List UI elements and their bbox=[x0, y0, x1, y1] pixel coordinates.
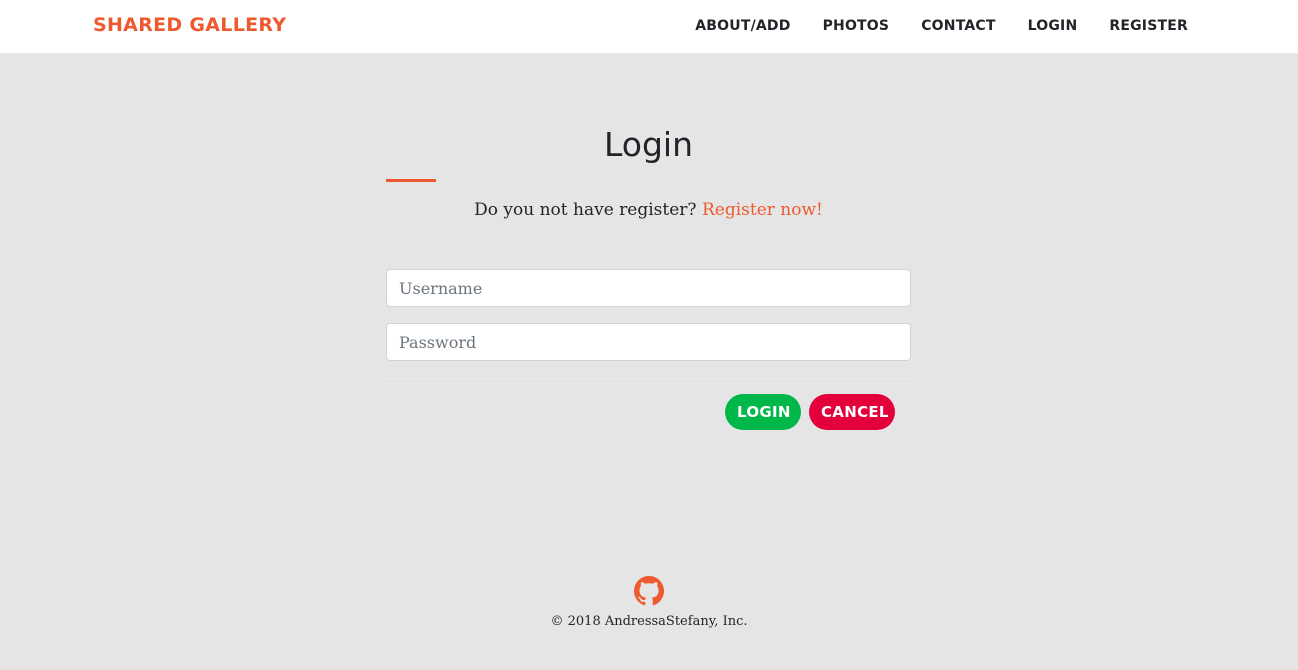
login-button[interactable]: LOGIN bbox=[725, 394, 801, 430]
login-form: LOGIN CANCEL bbox=[386, 269, 911, 434]
register-now-link[interactable]: Register now! bbox=[702, 200, 823, 220]
title-divider bbox=[386, 179, 436, 182]
github-icon[interactable] bbox=[634, 576, 664, 606]
nav-link-register[interactable]: REGISTER bbox=[1109, 18, 1188, 34]
register-prompt: Do you not have register? Register now! bbox=[386, 200, 911, 220]
nav-link-login[interactable]: LOGIN bbox=[1028, 18, 1078, 34]
form-divider bbox=[386, 378, 911, 379]
copyright-text: © 2018 AndressaStefany, Inc. bbox=[550, 614, 748, 629]
form-actions: LOGIN CANCEL bbox=[386, 394, 911, 434]
nav-link-about-add[interactable]: ABOUT/ADD bbox=[695, 18, 790, 34]
brand-logo-link[interactable]: SHARED GALLERY bbox=[93, 14, 286, 36]
top-navbar: SHARED GALLERY ABOUT/ADD PHOTOS CONTACT … bbox=[0, 0, 1298, 54]
page-footer: © 2018 AndressaStefany, Inc. bbox=[0, 576, 1298, 629]
username-input[interactable] bbox=[386, 269, 911, 307]
password-input[interactable] bbox=[386, 323, 911, 361]
register-prompt-text: Do you not have register? bbox=[474, 200, 697, 220]
login-section: Login Do you not have register? Register… bbox=[386, 120, 911, 434]
nav-menu: ABOUT/ADD PHOTOS CONTACT LOGIN REGISTER bbox=[663, 18, 1188, 34]
nav-link-contact[interactable]: CONTACT bbox=[921, 18, 995, 34]
nav-link-photos[interactable]: PHOTOS bbox=[823, 18, 890, 34]
cancel-button[interactable]: CANCEL bbox=[809, 394, 895, 430]
page-title: Login bbox=[603, 125, 694, 164]
